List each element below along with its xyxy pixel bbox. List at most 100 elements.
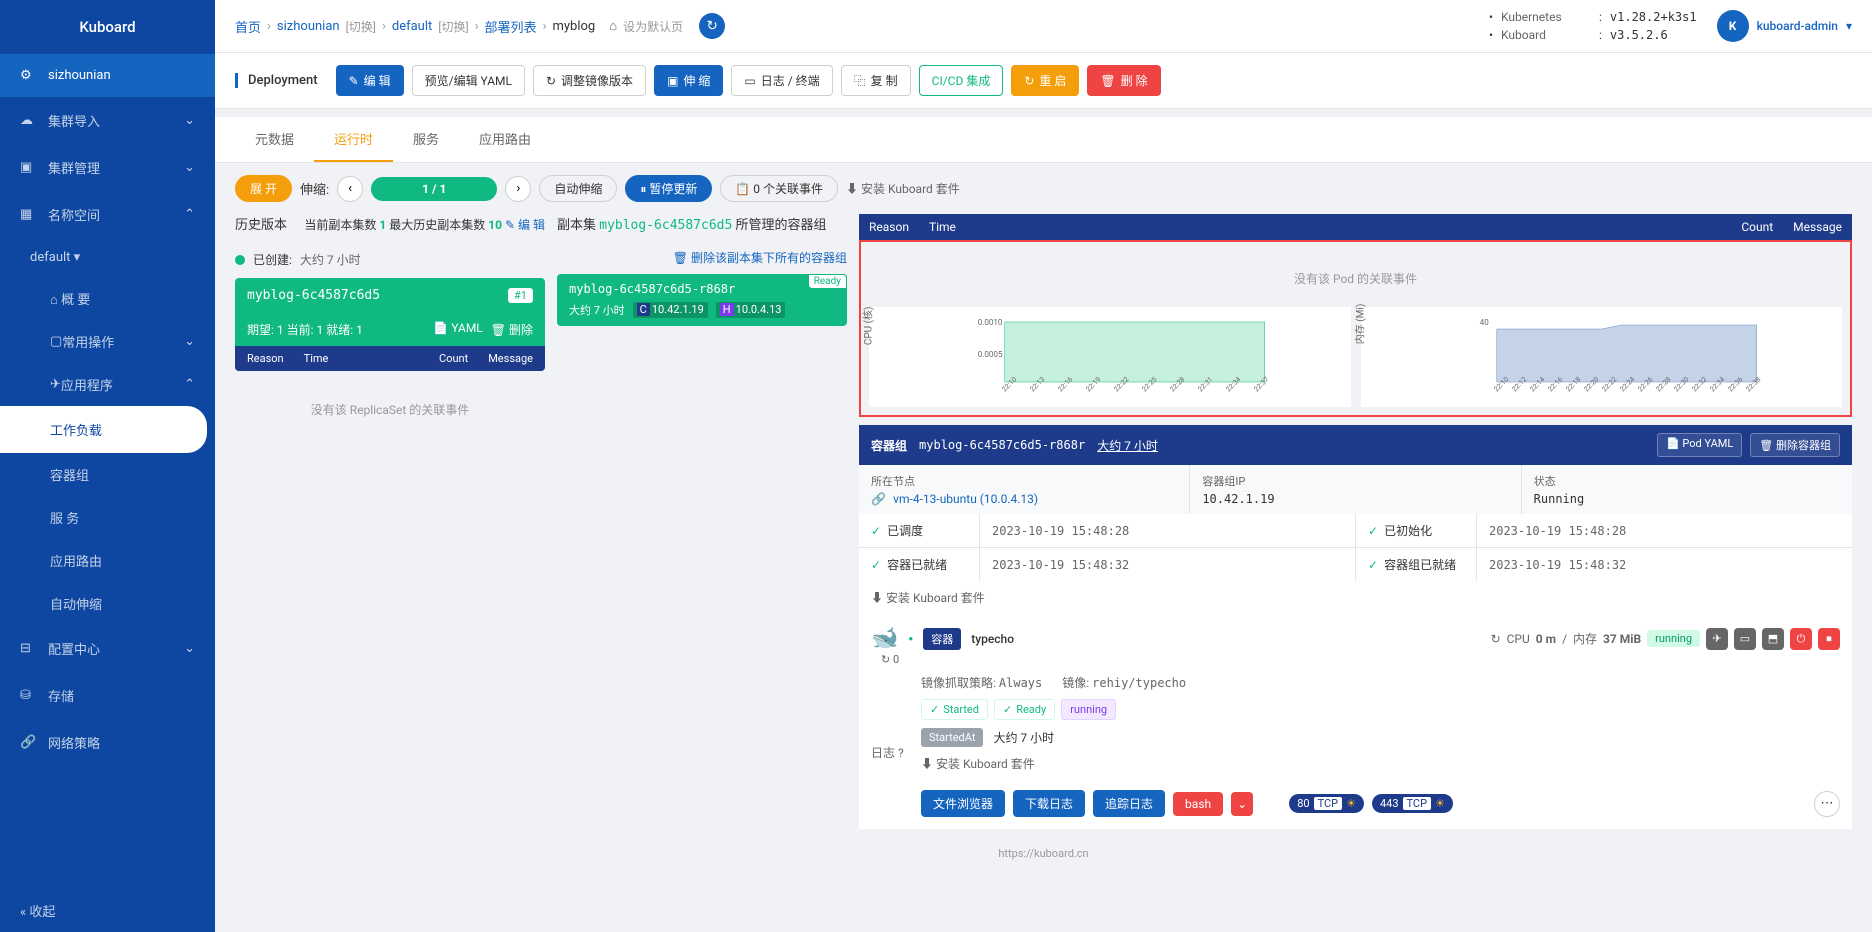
app-title: Kuboard <box>0 0 215 54</box>
events-button[interactable]: 📋 0 个关联事件 <box>720 175 838 202</box>
scale-down-button[interactable]: ‹ <box>337 176 363 202</box>
status-dot-icon: ● <box>908 634 913 643</box>
sidebar-item-cluster[interactable]: ▣ 集群管理 ⌄ <box>0 144 215 191</box>
check-icon: ✓ <box>871 558 881 572</box>
box-icon: ▣ <box>20 160 38 175</box>
mirror-button[interactable]: ↻调整镜像版本 <box>533 65 646 96</box>
sidebar-item-import[interactable]: ☁ 集群导入 ⌄ <box>0 97 215 144</box>
terminal-icon: ▭ <box>744 74 755 88</box>
tab-ingress[interactable]: 应用路由 <box>459 117 551 162</box>
file-browser-button[interactable]: 文件浏览器 <box>921 790 1005 817</box>
tab-service[interactable]: 服务 <box>393 117 459 162</box>
grid-icon: ▦ <box>20 207 38 222</box>
rs-delete-button[interactable]: 🗑 删除 <box>491 321 533 338</box>
tab-runtime[interactable]: 运行时 <box>314 117 393 162</box>
expand-button[interactable]: 展 开 <box>235 175 292 202</box>
replicaset-card[interactable]: myblog-6c4587c6d5 #1 期望: 1 当前: 1 就绪: 1 📄… <box>235 278 545 371</box>
bash-dropdown[interactable]: ⌄ <box>1231 792 1253 816</box>
replicas-badge: 1 / 1 <box>371 177 497 201</box>
sidebar-common-ops[interactable]: ▢ 常用操作 ⌄ <box>0 320 215 363</box>
sidebar-item-namespace[interactable]: ▦ 名称空间 ⌃ <box>0 191 215 238</box>
sidebar-apps[interactable]: ✈ 应用程序 ⌃ <box>0 363 215 406</box>
footer-link[interactable]: https://kuboard.cn <box>215 841 1872 866</box>
sidebar-hpa[interactable]: 自动伸缩 <box>0 582 215 625</box>
rs-yaml-button[interactable]: 📄 YAML <box>433 321 482 338</box>
cicd-button[interactable]: CI/CD 集成 <box>919 65 1004 96</box>
tab-metadata[interactable]: 元数据 <box>235 117 314 162</box>
node-link[interactable]: 🔗 vm-4-13-ubuntu (10.0.4.13) <box>871 492 1177 506</box>
delete-all-pods[interactable]: 🗑 删除该副本集下所有的容器组 <box>673 251 847 265</box>
delete-pod-button[interactable]: 🗑 删除容器组 <box>1750 433 1840 457</box>
logs-icon-button[interactable]: ▭ <box>1734 628 1756 650</box>
refresh-button[interactable]: ↻ <box>699 13 725 39</box>
trash-icon: 🗑 <box>1100 74 1115 88</box>
sidebar-network[interactable]: 🔗 网络策略 <box>0 719 215 766</box>
breadcrumb-home[interactable]: 首页 <box>235 17 261 36</box>
more-button[interactable]: ⋯ <box>1814 791 1840 817</box>
scale-icon: ▣ <box>667 74 678 88</box>
pod-card[interactable]: Ready myblog-6c4587c6d5-r868r 大约 7 小时 C1… <box>557 274 847 326</box>
chevron-down-icon: ⌄ <box>184 160 195 175</box>
check-icon: ✓ <box>1368 558 1378 572</box>
user-menu[interactable]: K kuboard-admin ▾ <box>1717 10 1852 42</box>
scale-button[interactable]: ▣伸 缩 <box>654 65 723 96</box>
breadcrumb-cluster[interactable]: sizhounian <box>277 19 340 34</box>
set-default[interactable]: 设为默认页 <box>623 18 683 35</box>
edit-button[interactable]: ✎编 辑 <box>336 65 404 96</box>
breadcrumb-deploy-list[interactable]: 部署列表 <box>485 17 537 36</box>
port-443[interactable]: 443 TCP ☀ <box>1372 794 1453 813</box>
install-link[interactable]: ⬇ 安装 Kuboard 套件 <box>846 180 960 197</box>
sidebar-collapse[interactable]: « 收起 <box>0 889 215 932</box>
actionbar: Deployment ✎编 辑 预览/编辑 YAML ↻调整镜像版本 ▣伸 缩 … <box>215 53 1872 109</box>
pause-button[interactable]: ⏸ 暂停更新 <box>625 175 712 202</box>
sidebar-ingress[interactable]: 应用路由 <box>0 539 215 582</box>
breadcrumb-switch[interactable]: [切换] <box>346 18 376 35</box>
refresh-icon: ↻ <box>1491 632 1501 646</box>
autoscale-button[interactable]: 自动伸缩 <box>539 175 617 202</box>
annotation-box: 没有该 Pod 的关联事件 CPU (核) 0.0010 0.0005 22:1… <box>859 240 1852 417</box>
logs-button[interactable]: ▭日志 / 终端 <box>731 65 832 96</box>
install-suite-link[interactable]: ⬇ 安装 Kuboard 套件 <box>859 581 1852 614</box>
breadcrumb-switch2[interactable]: [切换] <box>438 18 468 35</box>
terminal-icon-button[interactable]: ✈ <box>1706 628 1728 650</box>
sidebar-namespace-default[interactable]: default ▾ <box>0 238 215 277</box>
trace-log-button[interactable]: 追踪日志 <box>1093 790 1165 817</box>
chevron-down-icon: ⌄ <box>184 641 195 656</box>
sidebar-pods[interactable]: 容器组 <box>0 453 215 496</box>
scale-up-button[interactable]: › <box>505 176 531 202</box>
top-info: •Kubernetes:v1.28.2+k3s1 •Kuboard:v3.5.2… <box>1489 10 1852 42</box>
delete-button[interactable]: 🗑删 除 <box>1087 65 1160 96</box>
breadcrumb-ns[interactable]: default <box>392 19 432 34</box>
sidebar-storage[interactable]: ⛁ 存储 <box>0 672 215 719</box>
events-header: Reason Time Count Message <box>859 214 1852 240</box>
install-suite-link2[interactable]: ⬇ 安装 Kuboard 套件 <box>909 747 1840 780</box>
bash-button[interactable]: bash <box>1173 792 1223 816</box>
clipboard-icon: 📋 <box>735 182 753 196</box>
help-icon[interactable]: ? <box>898 746 904 760</box>
restart-button[interactable]: ↻重 启 <box>1011 65 1079 96</box>
shell-icon-button[interactable]: ⬒ <box>1762 628 1784 650</box>
port-80[interactable]: 80 TCP ☀ <box>1289 794 1364 813</box>
download-log-button[interactable]: 下载日志 <box>1013 790 1085 817</box>
link-icon: 🔗 <box>20 735 38 750</box>
svg-text:0.0005: 0.0005 <box>978 350 1003 359</box>
stop-icon-button[interactable]: ⏹ <box>1818 628 1840 650</box>
power-icon-button[interactable]: ⏻ <box>1790 628 1812 650</box>
sidebar-cluster[interactable]: ⚙ sizhounian <box>0 54 215 97</box>
copy-button[interactable]: ⿻复 制 <box>841 65 911 96</box>
database-icon: ⛁ <box>20 688 38 703</box>
copy-icon: ⿻ <box>854 72 866 89</box>
sidebar-workload[interactable]: 工作负载 <box>0 406 207 453</box>
breadcrumb-name: myblog <box>552 19 595 34</box>
chevron-down-icon: ⌄ <box>184 334 195 349</box>
pod-yaml-button[interactable]: 📄 Pod YAML <box>1657 433 1742 457</box>
sidebar-config[interactable]: ⊟ 配置中心 ⌄ <box>0 625 215 672</box>
memory-chart: 内存 (Mi) 40 22:10 22:12 22:14 22:16 <box>1361 307 1843 407</box>
sidebar-overview[interactable]: ⌂ 概 要 <box>0 277 215 320</box>
breadcrumb: 首页 › sizhounian [切换] › default [切换] › 部署… <box>235 13 725 39</box>
yaml-button[interactable]: 预览/编辑 YAML <box>412 65 525 96</box>
sidebar-services[interactable]: 服 务 <box>0 496 215 539</box>
status-dot-icon <box>235 255 245 265</box>
sun-icon: ☀ <box>1435 797 1445 810</box>
edit-history-button[interactable]: ✎ 编 辑 <box>505 218 545 232</box>
